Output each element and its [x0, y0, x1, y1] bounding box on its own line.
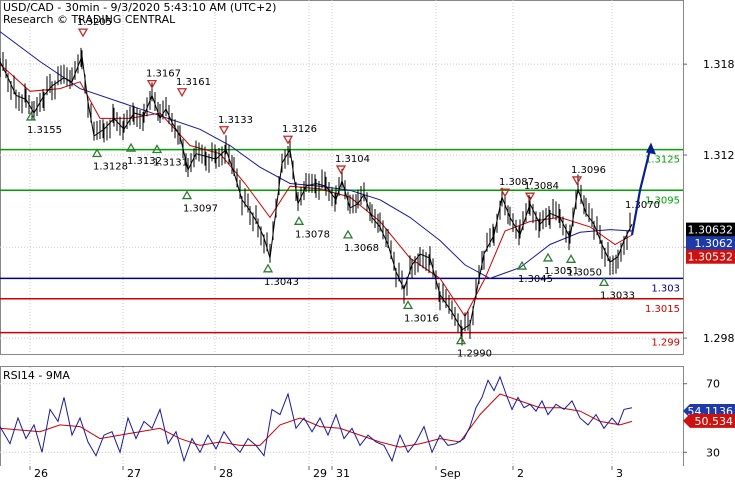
pivot-low-label: 1.2990 — [457, 349, 492, 360]
pivot-high-marker — [218, 126, 230, 136]
price-tag-label: 1.30532 — [688, 251, 734, 264]
x-tick-label: 27 — [127, 467, 141, 480]
pivot-low-marker — [293, 216, 305, 225]
level-label: 1.303 — [651, 283, 680, 294]
pivot-low-marker — [181, 190, 193, 200]
pivot-low-label: 1.3043 — [264, 277, 299, 288]
pivot-low-marker — [565, 253, 577, 263]
pivot-low-label: 1.3097 — [183, 204, 218, 215]
forecast-label: 1.3070 — [625, 200, 660, 211]
pivot-low-label: 1.3033 — [600, 290, 635, 301]
rsi-panel-label: RSI14 - 9MA — [3, 369, 70, 382]
pivot-high-marker — [176, 88, 188, 98]
pivot-high-marker — [571, 176, 583, 186]
level-label: 1.299 — [651, 338, 680, 349]
level-label: 1.3015 — [645, 304, 680, 315]
rsi-line — [0, 375, 633, 463]
pivot-high-label: 1.3096 — [571, 165, 606, 176]
pivot-high-marker — [282, 135, 294, 145]
pivot-high-label: 1.3104 — [335, 154, 370, 165]
pivot-low-label: 1.3068 — [344, 243, 379, 254]
pivot-low-marker — [402, 300, 414, 310]
pivot-low-marker — [342, 229, 354, 239]
pivot-high-label: 1.3126 — [282, 124, 317, 135]
pivot-high-label: 1.3161 — [176, 77, 211, 88]
rsi-y-tick-label: 30 — [706, 446, 720, 459]
pivot-low-marker — [542, 252, 554, 262]
chart-copyright: Research © TRADING CENTRAL — [3, 13, 176, 26]
pivot-low-label: 1.3131 — [153, 157, 188, 168]
price-tag-label: 1.30632 — [688, 224, 734, 237]
pivot-high-marker — [524, 192, 536, 202]
x-tick-label: 29 — [313, 467, 327, 480]
pivot-low-marker — [598, 277, 610, 287]
rsi-tag-label: 50.534 — [695, 415, 734, 428]
pivot-low-label: 1.3128 — [93, 162, 128, 173]
pivot-low-label: 1.3050 — [567, 267, 602, 278]
x-axis-band — [0, 466, 735, 480]
rsi-panel-frame — [0, 366, 684, 467]
y-tick-label: 1.2986 — [703, 332, 735, 345]
y-tick-label: 1.3121 — [703, 149, 735, 162]
x-tick-label: 26 — [34, 467, 48, 480]
pivot-low-marker — [455, 335, 467, 345]
x-tick-label: 31 — [336, 467, 350, 480]
x-tick-label: 3 — [616, 467, 623, 480]
pivot-high-marker — [335, 165, 347, 175]
rsi-ma-line — [0, 393, 633, 448]
level-label: 1.3125 — [645, 155, 680, 166]
pivot-high-label: 1.3084 — [524, 181, 559, 192]
pivot-low-label: 1.3016 — [404, 313, 439, 324]
x-tick-label: 28 — [219, 467, 233, 480]
pivot-low-label: 1.3155 — [27, 125, 62, 136]
pivot-high-label: 1.3133 — [218, 115, 253, 126]
pivot-low-marker — [262, 263, 274, 273]
y-tick-label: 1.3188 — [703, 58, 735, 71]
rsi-y-tick-label: 70 — [706, 378, 720, 391]
x-tick-label: 2 — [517, 467, 524, 480]
x-tick-label: Sep — [440, 467, 461, 480]
pivot-low-label: 1.3078 — [295, 229, 330, 240]
price-tag-label: 1.3062 — [695, 237, 734, 250]
chart-area: 2627282931Sep231.31881.31211.30531.29861… — [0, 0, 735, 480]
forecast-arrow-head — [646, 142, 656, 155]
pivot-high-marker — [77, 28, 89, 38]
